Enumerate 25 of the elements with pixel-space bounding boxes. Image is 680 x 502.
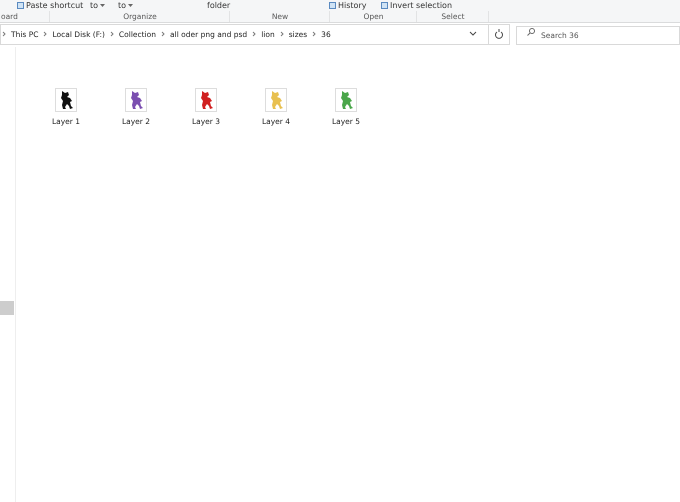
ribbon-command[interactable]: to bbox=[90, 0, 106, 11]
lion-thumbnail-icon[interactable] bbox=[55, 88, 77, 112]
lion-thumbnail-icon[interactable] bbox=[265, 88, 287, 112]
chevron-icon bbox=[43, 31, 48, 37]
chevron-icon bbox=[312, 31, 316, 37]
chevron-icon bbox=[2, 31, 6, 37]
chevron-icon bbox=[252, 31, 256, 37]
chevron-icon bbox=[110, 31, 114, 37]
scrollbar-thumb[interactable] bbox=[0, 301, 14, 315]
lion-thumbnail-icon[interactable] bbox=[195, 88, 217, 112]
caret-icon bbox=[100, 4, 106, 8]
command-icon bbox=[381, 2, 388, 9]
ribbon-command[interactable]: folder bbox=[207, 0, 230, 11]
command-icon bbox=[329, 2, 336, 9]
command-icon bbox=[17, 2, 24, 9]
chevron-icon bbox=[161, 31, 166, 37]
ribbon-command[interactable]: to bbox=[118, 0, 134, 11]
ribbon-command[interactable]: History bbox=[329, 0, 366, 11]
lion-thumbnail-icon[interactable] bbox=[125, 88, 147, 112]
dropdown-icon[interactable] bbox=[469, 31, 477, 37]
ribbon-command[interactable]: Paste shortcut bbox=[17, 0, 84, 11]
chevron-icon bbox=[280, 31, 284, 37]
ribbon-command[interactable]: Invert selection bbox=[381, 0, 452, 11]
lion-thumbnail-icon[interactable] bbox=[335, 88, 357, 112]
caret-icon bbox=[128, 4, 134, 8]
